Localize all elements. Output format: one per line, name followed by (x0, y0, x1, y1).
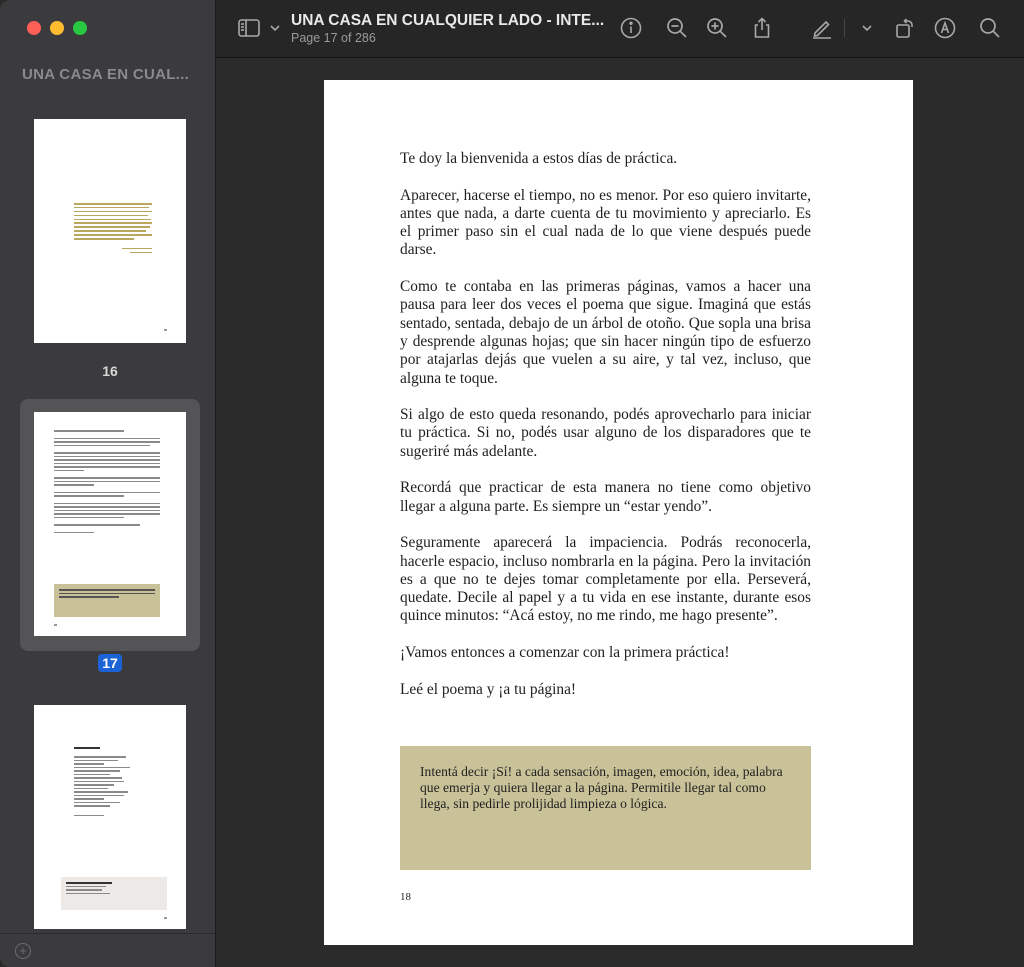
callout-box: Intentá decir ¡Sí! a cada sensación, ima… (400, 746, 811, 870)
minimize-window-button[interactable] (50, 21, 64, 35)
sidebar-footer: + (0, 933, 215, 967)
sidebar-toggle-icon[interactable] (237, 16, 261, 40)
thumbnail-image (34, 705, 186, 929)
add-page-icon[interactable]: + (15, 943, 31, 959)
document-title: UNA CASA EN CUALQUIER LADO - INTE... (291, 12, 605, 29)
paragraph: Si algo de esto queda resonando, podés a… (400, 406, 811, 460)
thumbnail-page-18[interactable] (20, 700, 200, 932)
close-window-button[interactable] (27, 21, 41, 35)
thumbnail-label: 16 (102, 363, 118, 379)
paragraph: Recordá que practicar de esta manera no … (400, 479, 811, 515)
sidebar: UNA CASA EN CUAL... 16 17 + (0, 0, 216, 967)
toolbar: UNA CASA EN CUALQUIER LADO - INTE... Pag… (216, 0, 1024, 58)
zoom-window-button[interactable] (73, 21, 87, 35)
document-viewer[interactable]: Te doy la bienvenida a estos días de prá… (216, 58, 1024, 967)
thumbnail-label: 17 (20, 654, 200, 672)
info-icon[interactable] (619, 16, 643, 40)
rotate-icon[interactable] (893, 16, 917, 40)
paragraph: Seguramente aparecerá la impaciencia. Po… (400, 534, 811, 625)
chevron-down-icon[interactable] (263, 16, 280, 40)
window-controls (27, 21, 87, 35)
paragraph: Como te contaba en las primeras páginas,… (400, 278, 811, 387)
zoom-in-icon[interactable] (705, 16, 729, 40)
paragraph: Aparecer, hacerse el tiempo, no es menor… (400, 186, 811, 259)
share-icon[interactable] (750, 16, 774, 40)
thumbnail-page-16[interactable]: 16 (20, 112, 200, 392)
chevron-down-icon[interactable] (855, 16, 872, 40)
page-body: Te doy la bienvenida a estos días de prá… (400, 150, 811, 717)
markup-pen-icon[interactable] (810, 16, 834, 40)
document-page: Te doy la bienvenida a estos días de prá… (324, 80, 913, 945)
paragraph: ¡Vamos entonces a comenzar con la primer… (400, 644, 730, 662)
annotate-icon[interactable] (933, 16, 957, 40)
toolbar-divider (844, 19, 845, 37)
page-indicator: Page 17 of 286 (291, 31, 376, 45)
page-number: 18 (400, 891, 411, 903)
thumbnail-image (34, 412, 186, 636)
paragraph: Te doy la bienvenida a estos días de prá… (400, 150, 678, 167)
zoom-out-icon[interactable] (665, 16, 689, 40)
paragraph: Leé el poema y ¡a tu página! (400, 680, 577, 698)
thumbnail-page-17[interactable]: 17 (20, 399, 200, 672)
sidebar-title: UNA CASA EN CUAL... (22, 66, 190, 83)
search-icon[interactable] (978, 16, 1002, 40)
thumbnail-image (34, 119, 186, 343)
